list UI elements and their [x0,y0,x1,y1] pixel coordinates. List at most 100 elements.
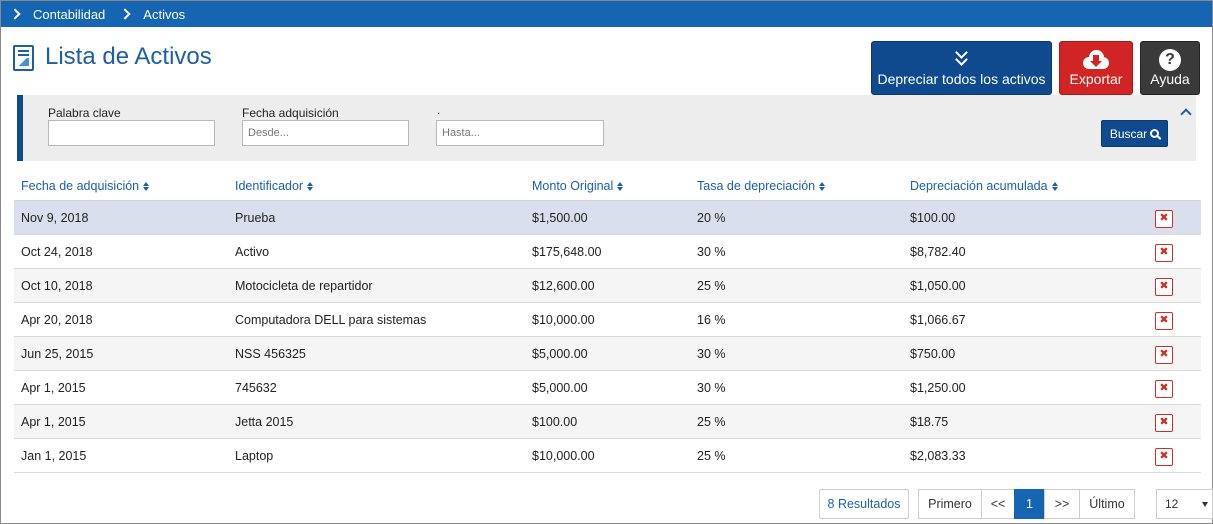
cell-tasa: 25 % [697,279,726,293]
column-header-fecha[interactable]: Fecha de adquisición [21,179,150,193]
help-button[interactable]: ? Ayuda [1140,41,1200,95]
cell-depreciacion: $1,250.00 [910,381,966,395]
table-row[interactable]: Apr 1, 2015 Jetta 2015 $100.00 25 % $18.75 ✖ [14,405,1201,439]
date-to-input[interactable] [436,120,604,146]
acquisition-date-label: Fecha adquisición [242,106,339,120]
sort-icon [143,181,150,191]
filter-panel: Palabra clave Fecha adquisición . Buscar [17,95,1196,161]
collapse-chevron-icon[interactable] [1180,108,1192,120]
report-icon [13,45,34,71]
table-row[interactable]: Apr 20, 2018 Computadora DELL para sistem… [14,303,1201,337]
column-header-label: Depreciación acumulada [910,179,1048,193]
cell-tasa: 30 % [697,381,726,395]
search-button-label: Buscar [1109,126,1148,141]
cell-fecha: Apr 1, 2015 [21,415,86,429]
delete-icon[interactable]: ✖ [1155,414,1173,432]
cell-tasa: 16 % [697,313,726,327]
date-to-label: . [437,103,441,117]
cell-depreciacion: $750.00 [910,347,956,361]
cell-identificador: Computadora DELL para sistemas [235,313,427,327]
column-header-label: Fecha de adquisición [21,179,140,193]
cell-monto: $5,000.00 [532,347,588,361]
keyword-input[interactable] [48,120,215,146]
column-header-tasa[interactable]: Tasa de depreciación [697,179,826,193]
date-from-input[interactable] [242,120,409,146]
export-button[interactable]: Exportar [1059,41,1133,95]
delete-icon[interactable]: ✖ [1155,312,1173,330]
caret-down-icon [1202,502,1208,507]
depreciate-all-label: Depreciar todos los activos [877,71,1046,87]
cell-fecha: Apr 1, 2015 [21,381,86,395]
page-first-button[interactable]: Primero [918,489,982,519]
delete-icon[interactable]: ✖ [1155,448,1173,466]
page-current-button[interactable]: 1 [1014,489,1045,519]
cell-fecha: Nov 9, 2018 [21,211,89,225]
delete-icon[interactable]: ✖ [1155,346,1173,364]
table-row[interactable]: Apr 1, 2015 745632 $5,000.00 30 % $1,250.00 ✖ [14,371,1201,405]
question-circle-icon: ? [1159,49,1181,71]
table-header: Fecha de adquisición Identificador Monto… [14,169,1201,201]
breadcrumb: Contabilidad Activos [1,1,1212,27]
column-header-monto[interactable]: Monto Original [532,179,624,193]
sort-icon [1051,181,1058,191]
cell-fecha: Oct 10, 2018 [21,279,93,293]
cell-monto: $5,000.00 [532,381,588,395]
page-size-value: 12 [1165,497,1179,511]
cell-depreciacion: $2,083.33 [910,449,966,463]
double-chevron-down-icon [954,46,970,67]
column-header-identificador[interactable]: Identificador [235,179,314,193]
breadcrumb-item-contabilidad[interactable]: Contabilidad [33,7,105,22]
results-count: 8 Resultados [819,489,909,519]
page-next-button[interactable]: >> [1044,489,1080,519]
cell-monto: $100.00 [532,415,578,429]
delete-icon[interactable]: ✖ [1155,380,1173,398]
cell-identificador: NSS 456325 [235,347,306,361]
sort-icon [307,181,314,191]
depreciate-all-button[interactable]: Depreciar todos los activos [871,41,1052,95]
table-row[interactable]: Oct 10, 2018 Motocicleta de repartidor $12… [14,269,1201,303]
cloud-download-icon [1083,49,1109,69]
cell-monto: $12,600.00 [532,279,595,293]
page-size-select[interactable]: 12 [1156,489,1213,519]
search-button[interactable]: Buscar [1101,120,1168,147]
cell-identificador: Jetta 2015 [235,415,294,429]
cell-fecha: Jan 1, 2015 [21,449,87,463]
cell-monto: $1,500.00 [532,211,588,225]
cell-identificador: Prueba [235,211,276,225]
cell-tasa: 30 % [697,245,726,259]
cell-monto: $10,000.00 [532,449,595,463]
delete-icon[interactable]: ✖ [1155,278,1173,296]
cell-tasa: 30 % [697,347,726,361]
cell-identificador: Activo [235,245,270,259]
chevron-right-icon [9,8,21,20]
delete-icon[interactable]: ✖ [1155,210,1173,228]
cell-monto: $175,648.00 [532,245,602,259]
table-row[interactable]: Jan 1, 2015 Laptop $10,000.00 25 % $2,083.33… [14,439,1201,473]
breadcrumb-item-activos[interactable]: Activos [143,7,185,22]
cell-monto: $10,000.00 [532,313,595,327]
table-row[interactable]: Oct 24, 2018 Activo $175,648.00 30 % $8,782.… [14,235,1201,269]
column-header-label: Monto Original [532,179,614,193]
table-row[interactable]: Nov 9, 2018 Prueba $1,500.00 20 % $100.00 ✖ [14,201,1201,235]
cell-depreciacion: $1,050.00 [910,279,966,293]
chevron-right-icon [119,8,131,20]
cell-tasa: 25 % [697,415,726,429]
cell-depreciacion: $1,066.67 [910,313,966,327]
cell-depreciacion: $18.75 [910,415,949,429]
page-prev-button[interactable]: << [981,489,1015,519]
page-last-button[interactable]: Último [1079,489,1135,519]
table-body: Nov 9, 2018 Prueba $1,500.00 20 % $100.00 ✖ Oc… [14,201,1201,473]
cell-identificador: Laptop [235,449,274,463]
cell-identificador: 745632 [235,381,277,395]
table-row[interactable]: Jun 25, 2015 NSS 456325 $5,000.00 30 % $750.… [14,337,1201,371]
sort-icon [617,181,624,191]
assets-table: Fecha de adquisición Identificador Monto… [14,169,1201,473]
keyword-label: Palabra clave [48,106,121,120]
sort-icon [819,181,826,191]
column-header-depreciacion[interactable]: Depreciación acumulada [910,179,1058,193]
delete-icon[interactable]: ✖ [1155,244,1173,262]
cell-fecha: Oct 24, 2018 [21,245,93,259]
column-header-label: Tasa de depreciación [697,179,816,193]
cell-tasa: 25 % [697,449,726,463]
export-label: Exportar [1069,71,1123,87]
